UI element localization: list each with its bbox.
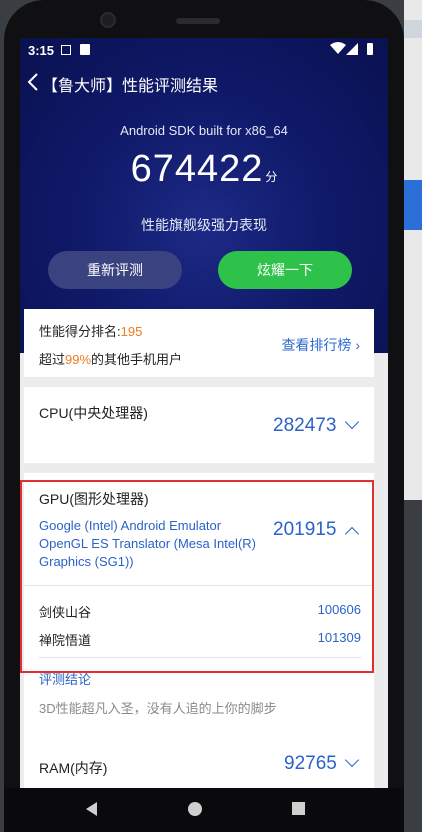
nav-back-icon[interactable] — [86, 802, 97, 816]
ide-panel-marker — [404, 180, 422, 230]
phone-screen: 3:15 【鲁大师】性能评测结果 Android SDK built for x… — [20, 38, 388, 788]
rank-value: 195 — [120, 324, 143, 339]
score-unit: 分 — [265, 170, 278, 184]
page-title: 【鲁大师】性能评测结果 — [42, 78, 219, 95]
score-tagline: 性能旗舰级强力表现 — [141, 217, 267, 233]
sd-card-icon — [80, 44, 90, 55]
share-button[interactable]: 炫耀一下 — [218, 251, 352, 289]
camera-icon — [100, 12, 116, 28]
wifi-icon — [330, 42, 346, 54]
nav-home-icon[interactable] — [188, 802, 202, 816]
cpu-label: CPU(中央处理器) — [39, 405, 148, 421]
chevron-right-icon: › — [355, 337, 360, 353]
chevron-down-icon[interactable] — [344, 752, 360, 768]
retest-button[interactable]: 重新评测 — [48, 251, 182, 289]
ram-card[interactable]: RAM(内存) 92765 — [24, 741, 374, 788]
cpu-card[interactable]: CPU(中央处理器) 282473 — [24, 387, 374, 463]
rank-card: 性能得分排名:195 超过99%的其他手机用户 查看排行榜 › — [24, 309, 374, 377]
view-ranking-link[interactable]: 查看排行榜 › — [281, 335, 360, 355]
beat-suffix: 的其他手机用户 — [91, 352, 183, 367]
back-arrow-icon[interactable] — [24, 70, 44, 94]
status-time: 3:15 — [28, 43, 55, 58]
beat-percent: 99% — [65, 352, 92, 367]
eval-text: 3D性能超凡入圣，没有人追的上你的脚步 — [39, 701, 277, 716]
ram-score: 92765 — [284, 753, 337, 774]
rank-line: 性能得分排名:195 — [39, 321, 142, 340]
battery-icon — [367, 43, 373, 55]
title-bar: 【鲁大师】性能评测结果 — [20, 66, 388, 98]
nav-bar — [4, 788, 404, 832]
view-ranking-label: 查看排行榜 — [281, 337, 352, 353]
chevron-down-icon[interactable] — [344, 414, 360, 430]
total-score-value: 674422 — [130, 148, 264, 190]
status-bar: 3:15 — [20, 38, 388, 62]
score-hero: 3:15 【鲁大师】性能评测结果 Android SDK built for x… — [20, 38, 388, 353]
highlight-box — [20, 480, 374, 673]
ram-label: RAM(内存) — [39, 760, 108, 776]
speaker-grille — [176, 18, 220, 24]
phone-body: 3:15 【鲁大师】性能评测结果 Android SDK built for x… — [4, 0, 404, 832]
cpu-score: 282473 — [273, 415, 337, 436]
total-score: 674422 分 — [20, 148, 388, 191]
ide-side-panel — [404, 0, 422, 500]
beat-line: 超过99%的其他手机用户 — [39, 349, 182, 368]
beat-prefix: 超过 — [39, 352, 66, 367]
signal-icon — [346, 43, 358, 55]
nav-recents-icon[interactable] — [292, 802, 305, 815]
notification-a-icon — [61, 45, 71, 55]
ide-panel-strip — [404, 20, 422, 38]
device-name: Android SDK built for x86_64 — [120, 123, 288, 138]
rank-prefix: 性能得分排名: — [39, 324, 121, 339]
